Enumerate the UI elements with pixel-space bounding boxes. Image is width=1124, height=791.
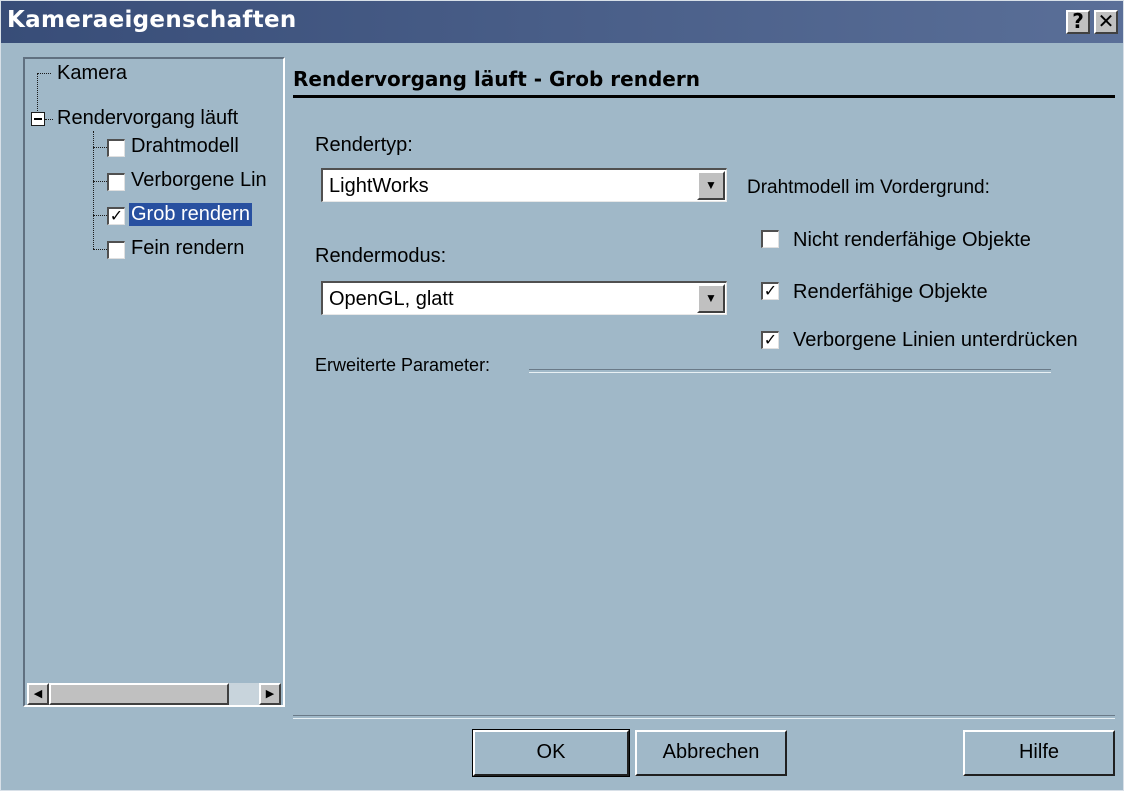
checkbox-non-renderable[interactable] bbox=[761, 230, 779, 248]
chevron-down-icon[interactable]: ▼ bbox=[697, 284, 725, 313]
title-bar: Kameraeigenschaften ? ✕ bbox=[1, 1, 1123, 43]
checkbox-suppress-hidden-lines[interactable]: ✓ bbox=[761, 331, 779, 349]
close-icon-button[interactable]: ✕ bbox=[1094, 10, 1118, 34]
suppress-hidden-lines-label[interactable]: Verborgene Linien unterdrücken bbox=[793, 329, 1078, 352]
help-icon-button[interactable]: ? bbox=[1066, 10, 1090, 34]
non-renderable-label[interactable]: Nicht renderfähige Objekte bbox=[793, 229, 1031, 252]
checkbox-wireframe[interactable] bbox=[107, 139, 125, 157]
settings-tree[interactable]: Kamera Rendervorgang läuft Drahtmodell V… bbox=[23, 57, 285, 707]
tree-item-fine-render[interactable]: Fein rendern bbox=[131, 237, 244, 260]
renderable-label[interactable]: Renderfähige Objekte bbox=[793, 281, 988, 304]
window-title: Kameraeigenschaften bbox=[7, 7, 297, 33]
ok-button[interactable]: OK bbox=[472, 729, 630, 777]
horizontal-scrollbar[interactable]: ◀ ▶ bbox=[27, 683, 281, 705]
check-mark-icon: ✓ bbox=[763, 281, 778, 300]
scroll-left-icon[interactable]: ◀ bbox=[27, 683, 49, 705]
check-mark-icon: ✓ bbox=[109, 206, 124, 225]
advanced-params-label: Erweiterte Parameter: bbox=[315, 355, 491, 375]
tree-item-coarse-render[interactable]: Grob rendern bbox=[129, 203, 252, 226]
tree-item-render-progress[interactable]: Rendervorgang läuft bbox=[57, 107, 238, 130]
tree-connector bbox=[93, 249, 107, 250]
render-type-label: Rendertyp: bbox=[315, 134, 413, 156]
cancel-button[interactable]: Abbrechen bbox=[635, 730, 787, 776]
heading-divider bbox=[293, 95, 1115, 98]
help-button[interactable]: Hilfe bbox=[963, 730, 1115, 776]
render-type-select[interactable]: LightWorks ▼ bbox=[321, 168, 727, 202]
tree-connector bbox=[93, 147, 107, 148]
checkbox-renderable[interactable]: ✓ bbox=[761, 282, 779, 300]
tree-item-camera[interactable]: Kamera bbox=[57, 62, 127, 85]
render-mode-label: Rendermodus: bbox=[315, 245, 447, 267]
scroll-right-icon[interactable]: ▶ bbox=[259, 683, 281, 705]
properties-dialog: Kameraeigenschaften ? ✕ Kamera Rendervor… bbox=[0, 0, 1124, 791]
chevron-down-icon[interactable]: ▼ bbox=[697, 171, 725, 200]
collapse-icon[interactable] bbox=[31, 112, 45, 126]
render-mode-select[interactable]: OpenGL, glatt ▼ bbox=[321, 281, 727, 315]
render-mode-value: OpenGL, glatt bbox=[329, 288, 454, 310]
tree-connector bbox=[37, 73, 51, 74]
tree-connector bbox=[93, 181, 107, 182]
checkbox-fine-render[interactable] bbox=[107, 241, 125, 259]
tree-item-wireframe[interactable]: Drahtmodell bbox=[131, 135, 239, 158]
tree-connector bbox=[93, 131, 94, 249]
tree-item-hidden-lines[interactable]: Verborgene Lin bbox=[131, 169, 283, 192]
wireframe-foreground-label: Drahtmodell im Vordergrund: bbox=[747, 177, 990, 198]
check-mark-icon: ✓ bbox=[763, 330, 778, 349]
scroll-thumb[interactable] bbox=[49, 683, 229, 705]
checkbox-coarse-render[interactable]: ✓ bbox=[107, 207, 125, 225]
footer-divider bbox=[293, 715, 1115, 719]
panel-heading: Rendervorgang läuft - Grob rendern bbox=[293, 67, 700, 91]
advanced-params-divider bbox=[529, 369, 1051, 373]
render-type-value: LightWorks bbox=[329, 175, 429, 197]
checkbox-hidden-lines[interactable] bbox=[107, 173, 125, 191]
tree-connector bbox=[93, 215, 107, 216]
tree-connector bbox=[45, 119, 53, 120]
